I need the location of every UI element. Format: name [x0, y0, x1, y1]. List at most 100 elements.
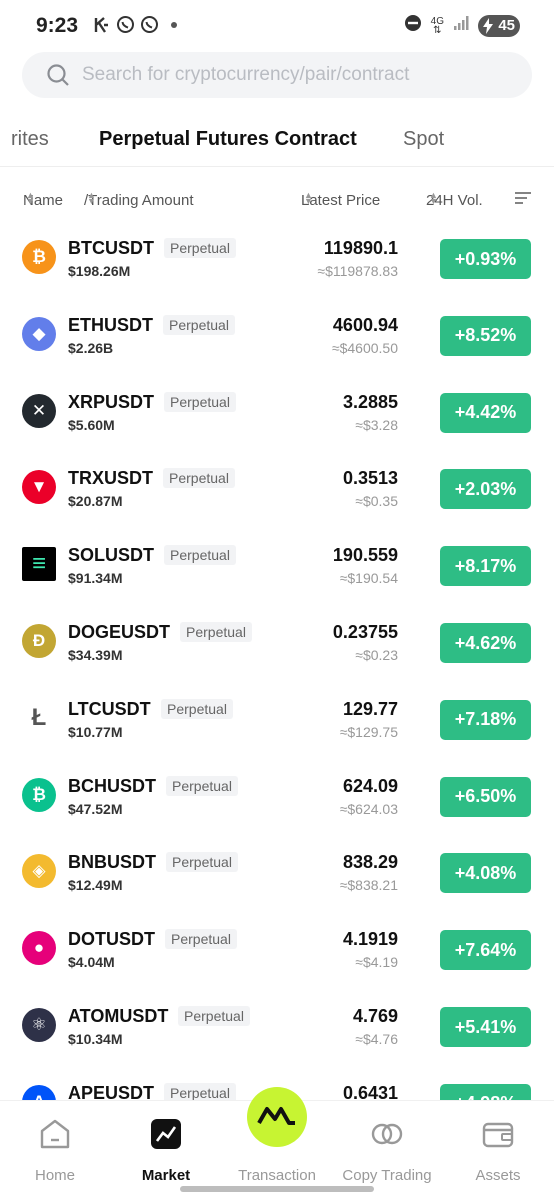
market-row[interactable]: ≡ SOLUSDT Perpetual $91.34M 190.559 ≈$190.54 +… [0, 526, 554, 603]
change-badge[interactable]: +5.41% [440, 1007, 531, 1047]
market-row[interactable]: ◈ BNBUSDT Perpetual $12.49M 838.29 ≈$838.21 +4… [0, 833, 554, 910]
tab-favorites[interactable]: rites [11, 128, 49, 151]
trading-amount: $12.49M [68, 877, 123, 894]
tab-perpetual-futures[interactable]: Perpetual Futures Contract [99, 128, 357, 151]
app-notification-icon [92, 15, 111, 34]
search-icon [46, 63, 70, 92]
cosmos-icon: ⚛ [22, 1008, 56, 1042]
trading-amount: $34.39M [68, 647, 123, 663]
trading-amount: $91.34M [68, 570, 123, 587]
search-bar[interactable] [22, 52, 532, 98]
usd-equivalent: ≈$0.35 [355, 493, 398, 510]
network-icon: 4G ⇅ [430, 15, 444, 36]
market-row[interactable]: ▼ TRXUSDT Perpetual $20.87M 0.3513 ≈$0.35 +2.0… [0, 449, 554, 526]
do-not-disturb-icon [404, 14, 422, 37]
status-bar: 9:23 4G ⇅ 45 [0, 0, 554, 52]
market-row[interactable]: ● DOTUSDT Perpetual $4.04M 4.1919 ≈$4.19 +7.64… [0, 910, 554, 987]
change-badge[interactable]: +8.52% [440, 315, 531, 356]
nav-transaction-label: Transaction [238, 1167, 316, 1184]
pair-name: BNBUSDT [68, 852, 156, 873]
pair-name: DOGEUSDT [68, 622, 171, 642]
pair-name: ETHUSDT [68, 314, 153, 335]
usd-equivalent: ≈$4600.50 [331, 339, 398, 356]
nav-market-label: Market [141, 1167, 191, 1184]
market-row[interactable]: ₿ BCHUSDT Perpetual $47.52M 624.09 ≈$624.03 +6… [0, 757, 554, 834]
tron-icon: ▼ [22, 470, 56, 505]
pair-name: BTCUSDT [68, 238, 154, 258]
perpetual-tag: Perpetual [163, 314, 235, 335]
market-row[interactable]: Ð DOGEUSDT Perpetual $34.39M 0.23755 ≈$0.23 +4… [0, 603, 554, 680]
change-badge[interactable]: +7.18% [440, 699, 531, 740]
usd-equivalent: ≈$3.28 [355, 416, 398, 433]
nav-assets-label: Assets [475, 1167, 521, 1184]
wallet-icon [481, 1117, 515, 1151]
search-input[interactable] [82, 52, 522, 98]
sort-icon: ▲ ▼ [26, 190, 35, 206]
pair-name: ATOMUSDT [68, 1006, 169, 1026]
sort-icon: ▲ ▼ [87, 190, 96, 206]
whatsapp-icon [116, 15, 135, 34]
trading-amount: $5.60M [68, 416, 115, 433]
copy-trading-icon [370, 1117, 404, 1151]
battery-indicator: 45 [478, 14, 520, 38]
perpetual-tag: Perpetual [166, 852, 238, 873]
polkadot-icon: ● [22, 931, 56, 966]
bitcoin-cash-icon: ₿ [22, 777, 56, 812]
usd-equivalent: ≈$838.21 [339, 877, 398, 894]
change-badge[interactable]: +6.50% [440, 776, 531, 817]
xrp-icon: ✕ [22, 393, 56, 428]
change-badge[interactable]: +0.93% [440, 239, 531, 279]
latest-price: 119890.1 [323, 238, 398, 258]
usd-equivalent: ≈$190.54 [339, 570, 398, 587]
market-row[interactable]: ◆ ETHUSDT Perpetual $2.26B 4600.94 ≈$4600.50 +… [0, 296, 554, 373]
trading-amount: $10.34M [68, 1031, 123, 1047]
market-row[interactable]: ₿ BTCUSDT Perpetual $198.26M 119890.1 ≈$11987… [0, 219, 554, 296]
change-badge[interactable]: +4.42% [440, 392, 531, 433]
usd-equivalent: ≈$0.23 [355, 647, 398, 663]
column-header: Name ▲ ▼ /Trading Amount ▲ ▼ Latest Price ▲ ▼ … [0, 186, 554, 210]
column-trading-amount-label: /Trading Amount [84, 192, 194, 209]
perpetual-tag: Perpetual [164, 545, 236, 566]
usd-equivalent: ≈$119878.83 [317, 263, 398, 279]
market-row[interactable]: ✕ XRPUSDT Perpetual $5.60M 3.2885 ≈$3.28 +4.42… [0, 373, 554, 450]
trading-amount: $2.26B [68, 339, 114, 356]
change-badge[interactable]: +8.17% [440, 546, 531, 587]
change-badge[interactable]: +4.62% [440, 623, 531, 663]
notification-icons [92, 15, 183, 34]
latest-price: 0.23755 [332, 622, 398, 642]
litecoin-icon: Ł [22, 700, 56, 735]
perpetual-tag: Perpetual [163, 468, 235, 489]
charging-icon [482, 17, 494, 38]
trading-amount: $10.77M [68, 723, 123, 740]
filter-icon[interactable] [514, 189, 532, 211]
ethereum-icon: ◆ [22, 316, 56, 351]
perpetual-tag: Perpetual [161, 698, 233, 719]
network-label: 4G [430, 15, 444, 27]
tabs-divider [0, 166, 554, 167]
change-badge[interactable]: +7.64% [440, 930, 531, 971]
market-row[interactable]: ⚛ ATOMUSDT Perpetual $10.34M 4.769 ≈$4.76 +5.4… [0, 987, 554, 1064]
home-indicator [180, 1186, 374, 1192]
nav-copy-trading-label: Copy Trading [342, 1167, 432, 1184]
perpetual-tag: Perpetual [164, 238, 236, 258]
perpetual-tag: Perpetual [164, 391, 236, 412]
tab-spot[interactable]: Spot [403, 128, 444, 151]
change-badge[interactable]: +2.03% [440, 469, 531, 510]
trading-amount: $47.52M [68, 800, 123, 817]
transaction-logo-icon [257, 1103, 297, 1132]
latest-price: 0.3513 [342, 468, 398, 489]
pair-name: DOTUSDT [68, 929, 155, 950]
dot-icon [164, 15, 183, 34]
trading-amount: $198.26M [68, 263, 131, 279]
market-row[interactable]: Ł LTCUSDT Perpetual $10.77M 129.77 ≈$129.75 +7… [0, 680, 554, 757]
battery-level: 45 [498, 17, 515, 34]
home-icon [38, 1117, 72, 1151]
trading-amount: $4.04M [68, 954, 115, 971]
transaction-button[interactable] [247, 1087, 307, 1147]
change-badge[interactable]: +4.08% [440, 853, 531, 894]
pair-name: LTCUSDT [68, 698, 151, 719]
latest-price: 4.769 [352, 1006, 398, 1026]
sort-icon: ▲ ▼ [429, 190, 438, 206]
usd-equivalent: ≈$129.75 [339, 723, 398, 740]
trading-amount: $20.87M [68, 493, 123, 510]
